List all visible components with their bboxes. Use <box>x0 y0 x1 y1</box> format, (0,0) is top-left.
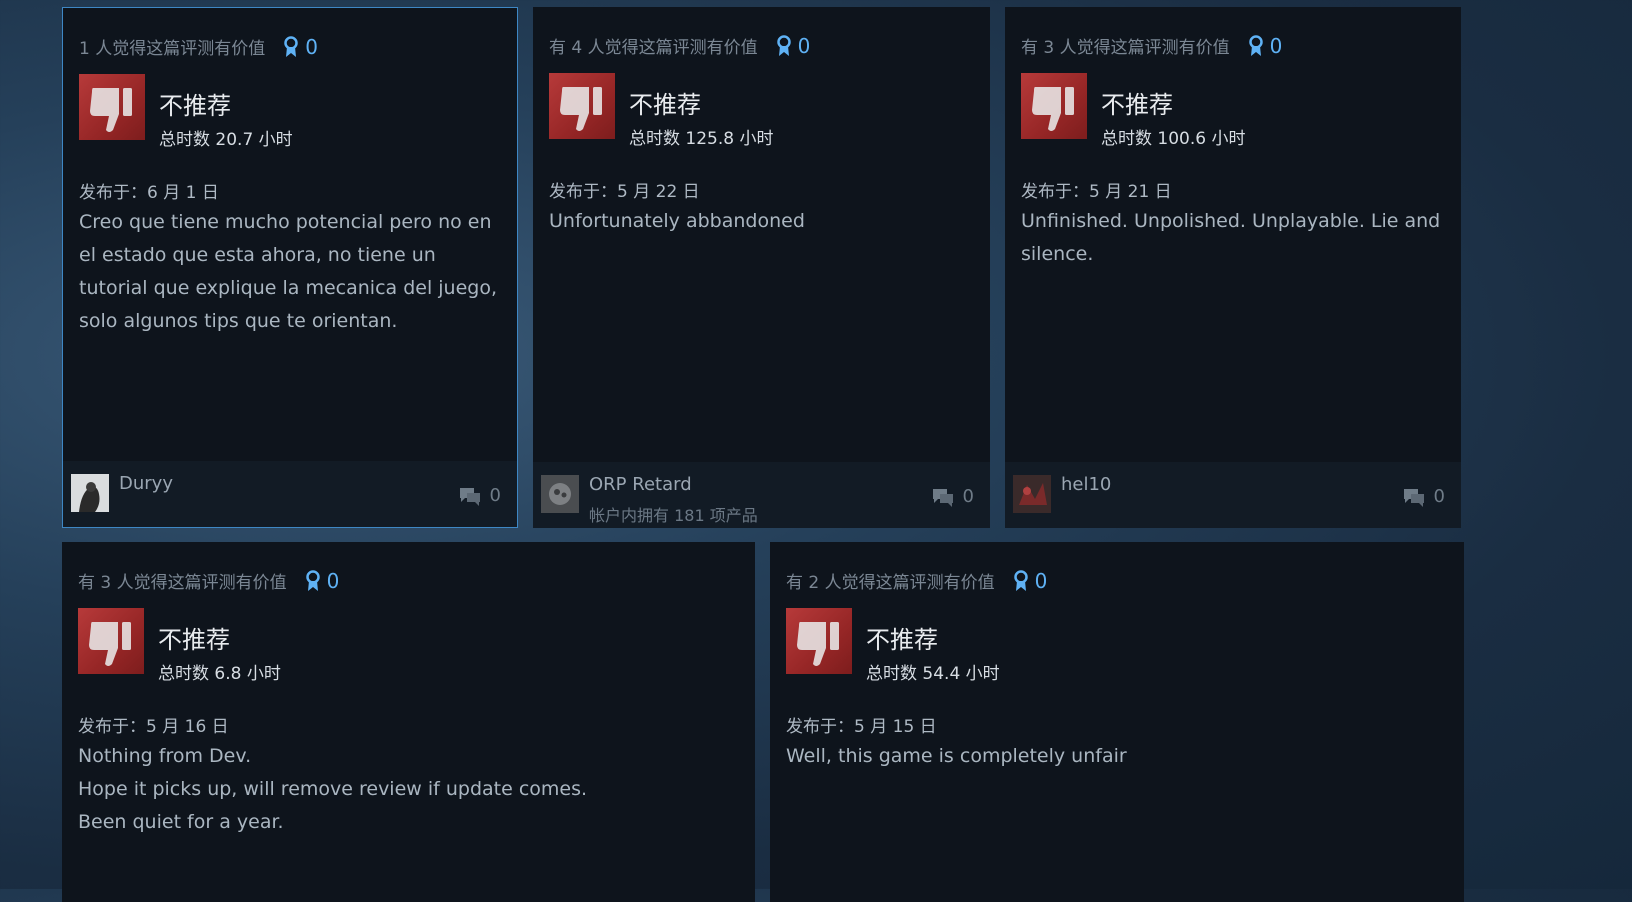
avatar[interactable] <box>541 475 579 513</box>
award-button[interactable]: 0 <box>1013 569 1047 593</box>
award-ribbon-icon <box>1248 34 1263 56</box>
review-text-line: Hope it picks up, will remove review if … <box>78 778 588 800</box>
posted-date: 发布于：5 月 15 日 <box>786 717 937 737</box>
award-button[interactable]: 0 <box>283 35 318 59</box>
review-text: Nothing from Dev. Hope it picks up, will… <box>78 740 735 839</box>
review-card[interactable]: 有 3 人觉得这篇评测有价值 0 不推荐 总时数 100.6 小时 发布于：5 … <box>1005 7 1461 528</box>
helpful-count: 有 4 人觉得这篇评测有价值 0 <box>549 33 811 59</box>
review-verdict: 不推荐 <box>1101 91 1173 119</box>
hours-played: 总时数 125.8 小时 <box>629 129 774 149</box>
author-name[interactable]: Duryy <box>119 473 173 494</box>
thumbs-down-icon <box>79 74 145 140</box>
review-card[interactable]: 有 2 人觉得这篇评测有价值 0 不推荐 总时数 54.4 小时 发布于：5 月… <box>770 542 1464 902</box>
review-text: Well, this game is completely unfair <box>786 745 1127 767</box>
review-text: Unfortunately abbandoned <box>549 210 805 232</box>
award-ribbon-icon <box>284 35 298 57</box>
helpful-count: 有 2 人觉得这篇评测有价值 0 <box>786 568 1048 594</box>
hours-played: 总时数 54.4 小时 <box>866 664 1000 684</box>
posted-date: 发布于：5 月 22 日 <box>549 182 700 202</box>
avatar[interactable] <box>1013 475 1051 513</box>
posted-date: 发布于：5 月 16 日 <box>78 717 229 737</box>
products-owned: 帐户内拥有 181 项产品 <box>589 506 758 525</box>
award-button[interactable]: 0 <box>776 34 810 58</box>
hours-played: 总时数 6.8 小时 <box>158 664 281 684</box>
hours-played: 总时数 20.7 小时 <box>159 130 293 150</box>
comment-count[interactable]: 0 <box>1402 486 1445 507</box>
review-author-footer: Duryy 0 <box>63 461 517 527</box>
comment-count[interactable]: 0 <box>931 486 974 507</box>
author-name[interactable]: hel10 <box>1061 474 1111 495</box>
review-verdict: 不推荐 <box>159 92 231 120</box>
comment-bubbles-icon <box>1403 488 1424 507</box>
comment-count[interactable]: 0 <box>458 485 501 506</box>
award-ribbon-icon <box>776 34 791 56</box>
thumbs-down-icon <box>549 73 615 139</box>
posted-date: 发布于：6 月 1 日 <box>79 183 219 203</box>
award-ribbon-icon <box>1013 569 1028 591</box>
review-text-line: Nothing from Dev. <box>78 745 252 767</box>
helpful-count: 有 3 人觉得这篇评测有价值 0 <box>1021 33 1283 59</box>
review-text: Unfinished. Unpolished. Unplayable. Lie … <box>1021 210 1441 265</box>
avatar[interactable] <box>71 474 109 512</box>
helpful-count: 1 人觉得这篇评测有价值 0 <box>79 34 318 60</box>
thumbs-down-icon <box>786 608 852 674</box>
comment-bubbles-icon <box>459 487 480 506</box>
review-author-footer: ORP Retard 帐户内拥有 181 项产品 0 <box>533 462 990 528</box>
review-author-footer: hel10 0 <box>1005 462 1461 528</box>
award-button[interactable]: 0 <box>1248 34 1282 58</box>
author-name[interactable]: ORP Retard <box>589 474 692 495</box>
posted-date: 发布于：5 月 21 日 <box>1021 182 1172 202</box>
review-text: Creo que tiene mucho potencial pero no e… <box>79 211 497 332</box>
review-verdict: 不推荐 <box>866 626 938 654</box>
review-verdict: 不推荐 <box>629 91 701 119</box>
thumbs-down-icon <box>78 608 144 674</box>
review-card[interactable]: 有 3 人觉得这篇评测有价值 0 不推荐 总时数 6.8 小时 发布于：5 月 … <box>62 542 755 902</box>
thumbs-down-icon <box>1021 73 1087 139</box>
review-card[interactable]: 有 4 人觉得这篇评测有价值 0 不推荐 总时数 125.8 小时 发布于：5 … <box>533 7 990 528</box>
review-text-line: Been quiet for a year. <box>78 811 284 833</box>
award-button[interactable]: 0 <box>305 569 339 593</box>
review-card[interactable]: 1 人觉得这篇评测有价值 0 不推荐 总时数 20.7 小时 发布于：6 月 1… <box>62 7 518 528</box>
hours-played: 总时数 100.6 小时 <box>1101 129 1246 149</box>
comment-bubbles-icon <box>932 488 953 507</box>
review-verdict: 不推荐 <box>158 626 230 654</box>
helpful-count: 有 3 人觉得这篇评测有价值 0 <box>78 568 340 594</box>
award-ribbon-icon <box>305 569 320 591</box>
